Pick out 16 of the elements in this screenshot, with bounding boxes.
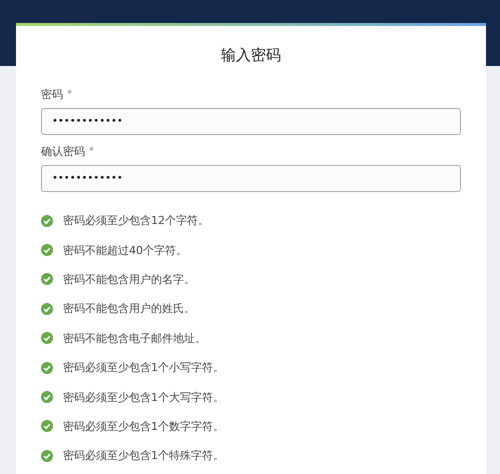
required-mark: * <box>67 89 72 100</box>
rule-text: 密码不能超过40个字符。 <box>63 242 187 258</box>
field-label: 密码 <box>41 87 63 102</box>
rule-text: 密码必须至少包含1个大写字符。 <box>63 390 224 405</box>
required-mark: * <box>89 146 94 157</box>
rule-text: 密码必须至少包含12个字符。 <box>63 213 209 228</box>
rule-text: 密码必须至少包含1个特殊字符。 <box>63 448 224 464</box>
form-title: 输入密码 <box>220 46 282 65</box>
rule-text: 密码不能包含用户的姓氏。 <box>63 301 195 316</box>
password-field[interactable]: •••••••••••• <box>41 108 461 135</box>
field-label: 确认密码 <box>41 144 85 159</box>
rule-text: 密码必须至少包含1个数字字符。 <box>63 418 224 434</box>
rule-text: 密码必须至少包含1个小写字符。 <box>63 360 224 376</box>
rule-text: 密码不能包含电子邮件地址。 <box>63 330 206 346</box>
rule-text: 密码不能包含用户的名字。 <box>63 272 195 287</box>
password-field[interactable]: •••••••••••• <box>41 165 461 192</box>
